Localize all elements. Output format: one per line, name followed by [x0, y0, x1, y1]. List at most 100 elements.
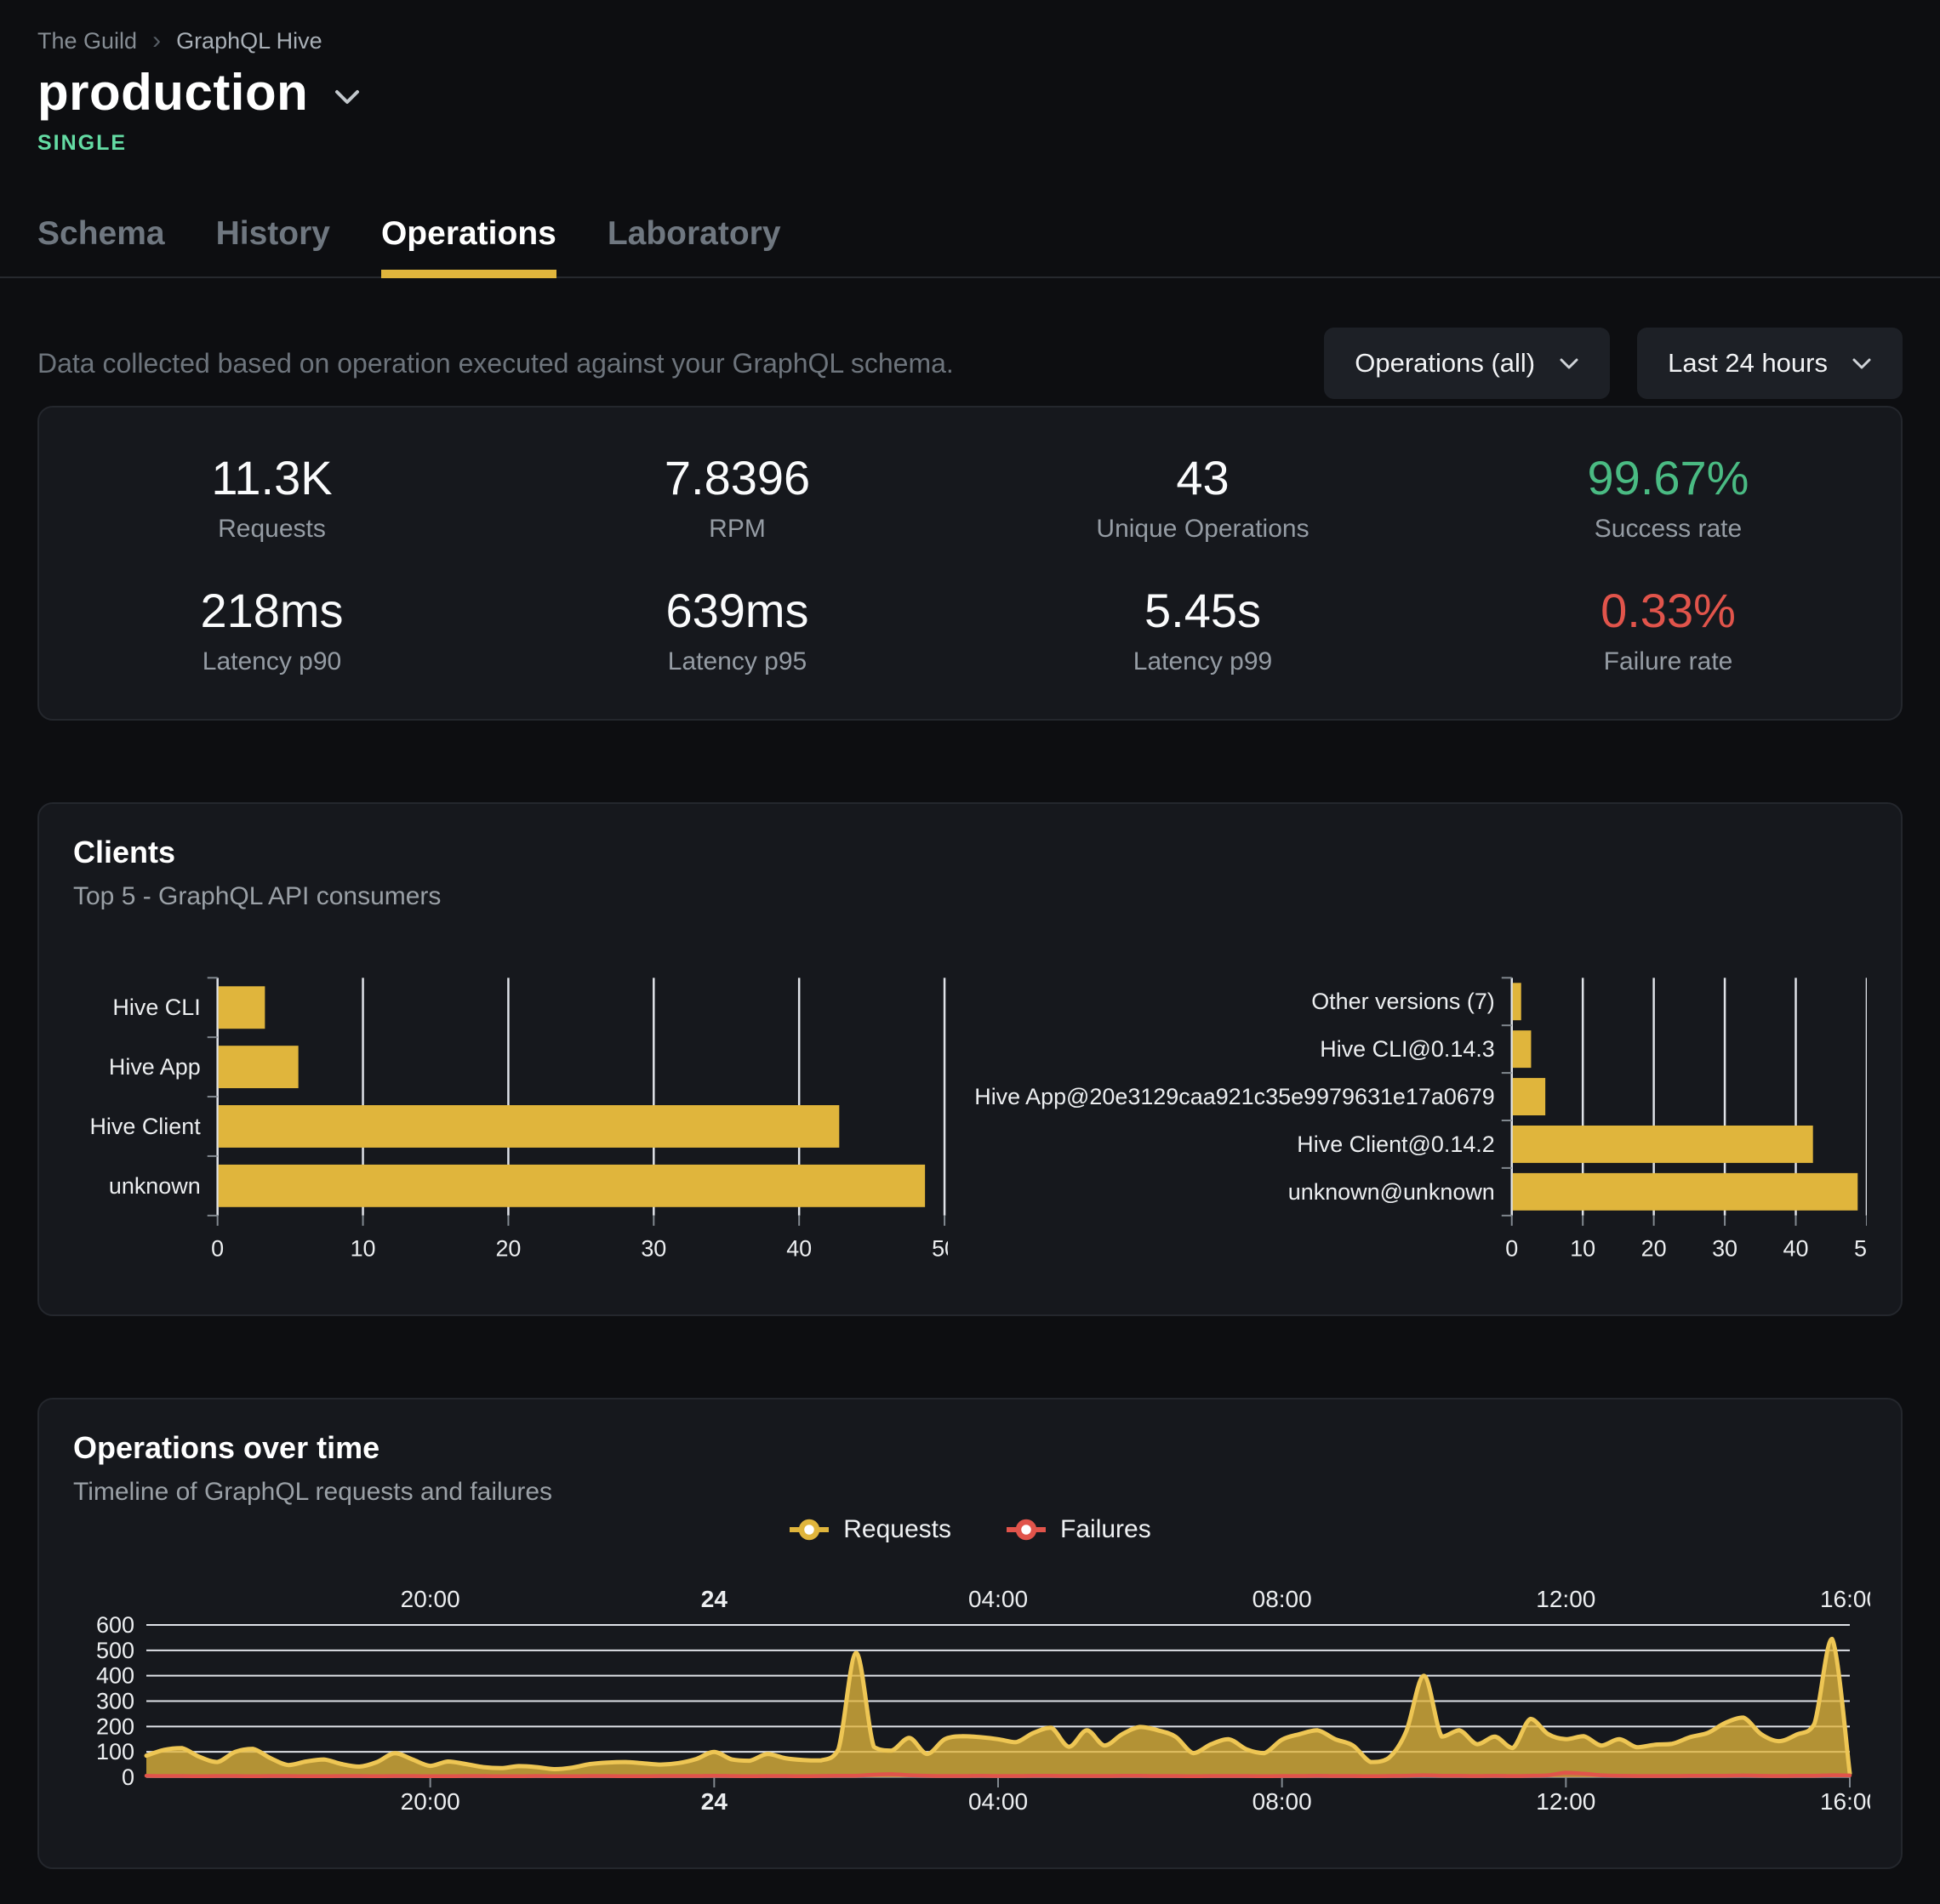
svg-text:Hive Client@0.14.2: Hive Client@0.14.2 — [1297, 1132, 1494, 1157]
svg-text:500: 500 — [96, 1638, 134, 1663]
target-type-badge: SINGLE — [37, 131, 1903, 156]
header: The Guild › GraphQL Hive production SING… — [37, 0, 1903, 278]
svg-text:20:00: 20:00 — [401, 1788, 460, 1815]
filters: Operations (all) Last 24 hours — [1324, 328, 1903, 399]
stat-value: 0.33% — [1435, 584, 1901, 637]
clients-subtitle: Top 5 - GraphQL API consumers — [73, 882, 1867, 911]
svg-text:40: 40 — [786, 1236, 812, 1262]
svg-text:unknown: unknown — [109, 1173, 201, 1199]
stat-value: 639ms — [505, 584, 970, 637]
svg-text:04:00: 04:00 — [968, 1586, 1028, 1612]
stat-value: 218ms — [39, 584, 505, 637]
breadcrumb: The Guild › GraphQL Hive — [37, 26, 1903, 56]
svg-text:20:00: 20:00 — [401, 1586, 460, 1612]
svg-text:24: 24 — [701, 1788, 728, 1815]
svg-text:08:00: 08:00 — [1252, 1788, 1312, 1815]
stat-latency-p99: 5.45s Latency p99 — [970, 584, 1435, 676]
stat-label: Latency p99 — [970, 647, 1435, 676]
tab-schema[interactable]: Schema — [37, 215, 165, 276]
svg-text:24: 24 — [701, 1586, 728, 1612]
operations-over-time-title: Operations over time — [73, 1430, 1867, 1466]
svg-text:Other versions (7): Other versions (7) — [1311, 989, 1495, 1014]
stat-label: RPM — [505, 515, 970, 544]
svg-text:50: 50 — [932, 1236, 948, 1262]
page-title: production — [37, 65, 308, 121]
svg-text:12:00: 12:00 — [1536, 1586, 1595, 1612]
page-description: Data collected based on operation execut… — [37, 348, 954, 379]
chevron-down-icon — [334, 88, 361, 105]
stat-label: Failure rate — [1435, 647, 1901, 676]
stat-value: 11.3K — [39, 452, 505, 505]
svg-text:04:00: 04:00 — [968, 1788, 1028, 1815]
clients-title: Clients — [73, 835, 1867, 870]
breadcrumb-project-link[interactable]: GraphQL Hive — [176, 26, 322, 56]
operations-filter-dropdown[interactable]: Operations (all) — [1324, 328, 1610, 399]
clients-top5-bar-chart[interactable]: 01020304050Hive CLIHive AppHive Clientun… — [73, 971, 948, 1270]
legend-item-requests[interactable]: Requests — [789, 1515, 951, 1544]
stat-label: Requests — [39, 515, 505, 544]
svg-text:100: 100 — [96, 1739, 134, 1764]
timeline-legend: Requests Failures — [73, 1515, 1867, 1544]
svg-text:12:00: 12:00 — [1536, 1788, 1595, 1815]
svg-text:10: 10 — [1570, 1236, 1595, 1262]
svg-text:20: 20 — [1641, 1236, 1667, 1262]
filters-toolbar: Data collected based on operation execut… — [37, 328, 1903, 399]
svg-text:Hive CLI@0.14.3: Hive CLI@0.14.3 — [1320, 1036, 1495, 1062]
stat-latency-p95: 639ms Latency p95 — [505, 584, 970, 676]
operations-filter-label: Operations (all) — [1355, 348, 1535, 379]
stat-value: 5.45s — [970, 584, 1435, 637]
legend-label: Requests — [843, 1515, 951, 1544]
operations-page: The Guild › GraphQL Hive production SING… — [0, 0, 1940, 1869]
svg-text:0: 0 — [122, 1764, 134, 1790]
svg-text:unknown@unknown: unknown@unknown — [1288, 1179, 1495, 1205]
failures-line-marker-icon — [1006, 1519, 1047, 1541]
svg-text:300: 300 — [96, 1689, 134, 1714]
title-row: production — [37, 65, 1903, 121]
legend-label: Failures — [1060, 1515, 1151, 1544]
legend-item-failures[interactable]: Failures — [1006, 1515, 1151, 1544]
svg-text:40: 40 — [1783, 1236, 1809, 1262]
stat-value: 43 — [970, 452, 1435, 505]
stat-success-rate: 99.67% Success rate — [1435, 452, 1901, 544]
timeline-chart-wrap: 0100200300400500600 20:00 20:00 24 24 04:00 04… — [73, 1558, 1867, 1823]
tab-laboratory[interactable]: Laboratory — [608, 215, 781, 276]
client-versions-bar-chart[interactable]: 01020304050Other versions (7)Hive CLI@0.… — [948, 971, 1867, 1270]
operations-over-time-chart[interactable]: 0100200300400500600 20:00 20:00 24 24 04:00 04… — [73, 1558, 1870, 1823]
period-filter-label: Last 24 hours — [1668, 348, 1828, 379]
stat-requests: 11.3K Requests — [39, 452, 505, 544]
requests-line-marker-icon — [789, 1519, 830, 1541]
operations-over-time-card: Operations over time Timeline of GraphQL… — [37, 1398, 1903, 1869]
stat-unique-operations: 43 Unique Operations — [970, 452, 1435, 544]
target-selector-button[interactable] — [334, 88, 361, 105]
chevron-down-icon — [1559, 357, 1579, 370]
svg-text:50: 50 — [1854, 1236, 1867, 1262]
svg-text:0: 0 — [1505, 1236, 1518, 1262]
svg-text:Hive App@20e3129caa921c35e9979: Hive App@20e3129caa921c35e9979631e17a067… — [974, 1084, 1495, 1109]
tab-operations[interactable]: Operations — [381, 215, 556, 276]
stat-value: 7.8396 — [505, 452, 970, 505]
breadcrumb-org-link[interactable]: The Guild — [37, 26, 137, 56]
svg-text:16:00: 16:00 — [1820, 1788, 1870, 1815]
tab-history[interactable]: History — [216, 215, 330, 276]
svg-text:0: 0 — [211, 1236, 224, 1262]
svg-text:600: 600 — [96, 1612, 134, 1638]
svg-text:16:00: 16:00 — [1820, 1586, 1870, 1612]
stat-latency-p90: 218ms Latency p90 — [39, 584, 505, 676]
stat-label: Unique Operations — [970, 515, 1435, 544]
chevron-down-icon — [1852, 357, 1872, 370]
chevron-right-icon: › — [152, 26, 161, 56]
svg-text:Hive Client: Hive Client — [89, 1114, 201, 1139]
svg-text:400: 400 — [96, 1663, 134, 1689]
stat-label: Success rate — [1435, 515, 1901, 544]
svg-text:200: 200 — [96, 1713, 134, 1739]
tab-bar: Schema History Operations Laboratory — [0, 215, 1940, 278]
stat-value: 99.67% — [1435, 452, 1901, 505]
svg-text:Hive CLI: Hive CLI — [112, 995, 200, 1020]
svg-text:20: 20 — [495, 1236, 521, 1262]
operations-over-time-subtitle: Timeline of GraphQL requests and failure… — [73, 1478, 1867, 1507]
stat-failure-rate: 0.33% Failure rate — [1435, 584, 1901, 676]
period-filter-dropdown[interactable]: Last 24 hours — [1637, 328, 1903, 399]
svg-text:30: 30 — [641, 1236, 666, 1262]
stat-label: Latency p90 — [39, 647, 505, 676]
stats-summary-card: 11.3K Requests 7.8396 RPM 43 Unique Oper… — [37, 406, 1903, 721]
